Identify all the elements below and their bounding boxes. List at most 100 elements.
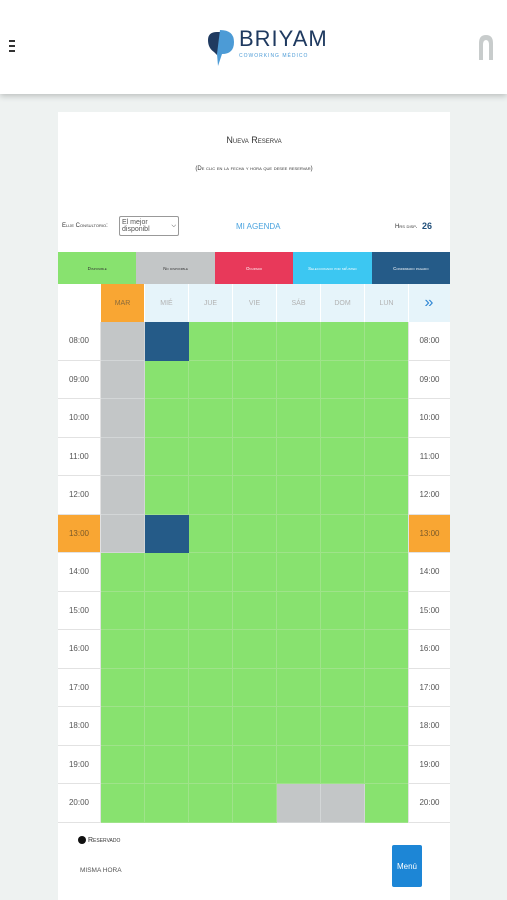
time-slot[interactable] <box>321 476 365 515</box>
time-slot[interactable] <box>145 630 189 669</box>
time-slot[interactable] <box>365 476 409 515</box>
time-slot[interactable] <box>189 668 233 707</box>
time-slot[interactable] <box>365 707 409 746</box>
day-header-0[interactable]: MAR <box>101 284 145 322</box>
time-slot[interactable] <box>101 360 145 399</box>
time-slot[interactable] <box>145 745 189 784</box>
time-slot[interactable] <box>277 399 321 438</box>
time-slot[interactable] <box>145 668 189 707</box>
time-slot[interactable] <box>277 630 321 669</box>
time-slot[interactable] <box>233 630 277 669</box>
time-slot[interactable] <box>321 360 365 399</box>
time-slot[interactable] <box>101 707 145 746</box>
day-header-4[interactable]: SÁB <box>277 284 321 322</box>
time-slot[interactable] <box>365 360 409 399</box>
day-header-3[interactable]: VIE <box>233 284 277 322</box>
time-slot[interactable] <box>101 668 145 707</box>
time-slot[interactable] <box>145 784 189 823</box>
menu-button[interactable]: Menú <box>392 845 422 887</box>
time-slot[interactable] <box>365 553 409 592</box>
time-slot[interactable] <box>321 437 365 476</box>
time-slot[interactable] <box>101 322 145 361</box>
time-slot[interactable] <box>189 360 233 399</box>
time-slot[interactable] <box>277 360 321 399</box>
time-slot[interactable] <box>321 514 365 553</box>
time-slot[interactable] <box>321 591 365 630</box>
time-slot[interactable] <box>321 668 365 707</box>
time-slot[interactable] <box>277 784 321 823</box>
time-slot[interactable] <box>145 553 189 592</box>
time-slot[interactable] <box>145 399 189 438</box>
hamburger-menu-icon[interactable] <box>9 40 15 52</box>
time-slot[interactable] <box>277 707 321 746</box>
time-slot[interactable] <box>365 784 409 823</box>
time-slot[interactable] <box>145 322 189 361</box>
time-slot[interactable] <box>233 668 277 707</box>
time-slot[interactable] <box>101 514 145 553</box>
time-slot[interactable] <box>321 322 365 361</box>
time-slot[interactable] <box>321 553 365 592</box>
day-header-6[interactable]: LUN <box>365 284 409 322</box>
time-slot[interactable] <box>277 591 321 630</box>
time-slot[interactable] <box>365 591 409 630</box>
time-slot[interactable] <box>189 707 233 746</box>
time-slot[interactable] <box>277 476 321 515</box>
next-week-button[interactable]: » <box>408 284 450 322</box>
time-slot[interactable] <box>189 553 233 592</box>
time-slot[interactable] <box>101 784 145 823</box>
time-slot[interactable] <box>277 322 321 361</box>
time-slot[interactable] <box>233 707 277 746</box>
time-slot[interactable] <box>101 399 145 438</box>
time-slot[interactable] <box>189 399 233 438</box>
time-slot[interactable] <box>277 553 321 592</box>
time-slot[interactable] <box>365 630 409 669</box>
time-slot[interactable] <box>189 745 233 784</box>
time-slot[interactable] <box>233 399 277 438</box>
time-slot[interactable] <box>233 514 277 553</box>
day-header-2[interactable]: JUE <box>189 284 233 322</box>
time-slot[interactable] <box>233 745 277 784</box>
time-slot[interactable] <box>365 437 409 476</box>
time-slot[interactable] <box>189 630 233 669</box>
time-slot[interactable] <box>277 437 321 476</box>
time-slot[interactable] <box>277 514 321 553</box>
user-profile-icon[interactable] <box>478 33 494 61</box>
time-slot[interactable] <box>233 360 277 399</box>
time-slot[interactable] <box>233 476 277 515</box>
time-slot[interactable] <box>321 707 365 746</box>
time-slot[interactable] <box>189 591 233 630</box>
time-slot[interactable] <box>233 784 277 823</box>
time-slot[interactable] <box>233 553 277 592</box>
time-slot[interactable] <box>365 514 409 553</box>
briyam-logo[interactable]: BRIYAM COWORKING MÉDICO <box>204 26 328 70</box>
time-slot[interactable] <box>145 707 189 746</box>
time-slot[interactable] <box>101 553 145 592</box>
time-slot[interactable] <box>277 745 321 784</box>
time-slot[interactable] <box>233 437 277 476</box>
time-slot[interactable] <box>189 476 233 515</box>
time-slot[interactable] <box>365 745 409 784</box>
day-header-5[interactable]: DOM <box>321 284 365 322</box>
time-slot[interactable] <box>145 591 189 630</box>
time-slot[interactable] <box>145 437 189 476</box>
time-slot[interactable] <box>101 630 145 669</box>
time-slot[interactable] <box>189 784 233 823</box>
time-slot[interactable] <box>101 437 145 476</box>
time-slot[interactable] <box>365 399 409 438</box>
time-slot[interactable] <box>321 745 365 784</box>
time-slot[interactable] <box>321 399 365 438</box>
time-slot[interactable] <box>101 591 145 630</box>
day-header-1[interactable]: MIÉ <box>145 284 189 322</box>
time-slot[interactable] <box>145 514 189 553</box>
time-slot[interactable] <box>101 476 145 515</box>
time-slot[interactable] <box>233 591 277 630</box>
time-slot[interactable] <box>365 322 409 361</box>
time-slot[interactable] <box>145 360 189 399</box>
time-slot[interactable] <box>189 437 233 476</box>
time-slot[interactable] <box>277 668 321 707</box>
time-slot[interactable] <box>365 668 409 707</box>
time-slot[interactable] <box>101 745 145 784</box>
time-slot[interactable] <box>321 784 365 823</box>
time-slot[interactable] <box>321 630 365 669</box>
time-slot[interactable] <box>189 514 233 553</box>
